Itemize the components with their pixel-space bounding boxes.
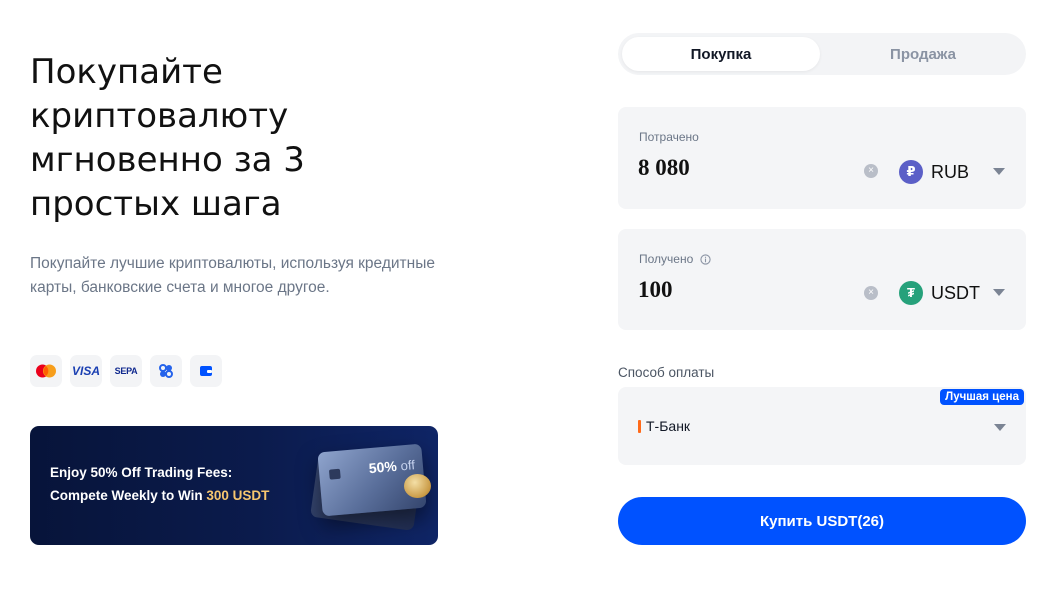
- buy-button[interactable]: Купить USDT(26): [618, 497, 1026, 545]
- clear-icon[interactable]: ×: [864, 164, 878, 178]
- payment-method-value: Т-Банк: [638, 418, 690, 434]
- chevron-down-icon[interactable]: [993, 289, 1005, 296]
- tab-sell[interactable]: Продажа: [824, 37, 1022, 71]
- receive-amount-input[interactable]: 100: [638, 277, 673, 303]
- page-title: Покупайте криптовалюту мгновенно за 3 пр…: [30, 52, 305, 224]
- promo-line-1: Enjoy 50% Off Trading Fees:: [50, 465, 233, 480]
- tab-buy[interactable]: Покупка: [622, 37, 820, 71]
- payment-methods-icons: VISA SEPA: [30, 355, 222, 387]
- promo-line-2: Compete Weekly to Win 300 USDT: [50, 488, 270, 503]
- chevron-down-icon[interactable]: [994, 424, 1006, 431]
- receive-field: Получено 100 × ₮ USDT: [618, 229, 1026, 330]
- receive-currency[interactable]: USDT: [931, 283, 980, 304]
- apple-pay-icon: [150, 355, 182, 387]
- rub-icon: ₽: [899, 160, 923, 184]
- mastercard-icon: [30, 355, 62, 387]
- promo-text: Enjoy 50% Off Trading Fees: Compete Week…: [50, 461, 269, 507]
- spend-amount-input[interactable]: 8 080: [638, 155, 690, 181]
- spend-label: Потрачено: [639, 130, 699, 144]
- clear-icon[interactable]: ×: [864, 286, 878, 300]
- chevron-down-icon[interactable]: [993, 168, 1005, 175]
- tbank-icon: [638, 419, 641, 433]
- usdt-icon: ₮: [899, 281, 923, 305]
- spend-field: Потрачено 8 080 × ₽ RUB: [618, 107, 1026, 209]
- discount-badge: 50% off: [368, 457, 416, 477]
- wallet-icon: [190, 355, 222, 387]
- promo-banner[interactable]: Enjoy 50% Off Trading Fees: Compete Week…: [30, 426, 438, 545]
- visa-icon: VISA: [70, 355, 102, 387]
- card-chip-icon: [328, 468, 341, 480]
- receive-label: Получено: [639, 252, 711, 266]
- page-subtitle: Покупайте лучшие криптовалюты, используя…: [30, 255, 435, 296]
- payment-method-label: Способ оплаты: [618, 365, 715, 380]
- promo-highlight: 300 USDT: [206, 488, 270, 503]
- coin-icon: [404, 474, 431, 498]
- trade-tabs: Покупка Продажа: [618, 33, 1026, 75]
- best-price-badge: Лучшая цена: [940, 389, 1024, 405]
- spend-currency[interactable]: RUB: [931, 162, 969, 183]
- sepa-icon: SEPA: [110, 355, 142, 387]
- info-icon[interactable]: [700, 253, 711, 265]
- payment-method-select[interactable]: Лучшая цена Т-Банк: [618, 387, 1026, 465]
